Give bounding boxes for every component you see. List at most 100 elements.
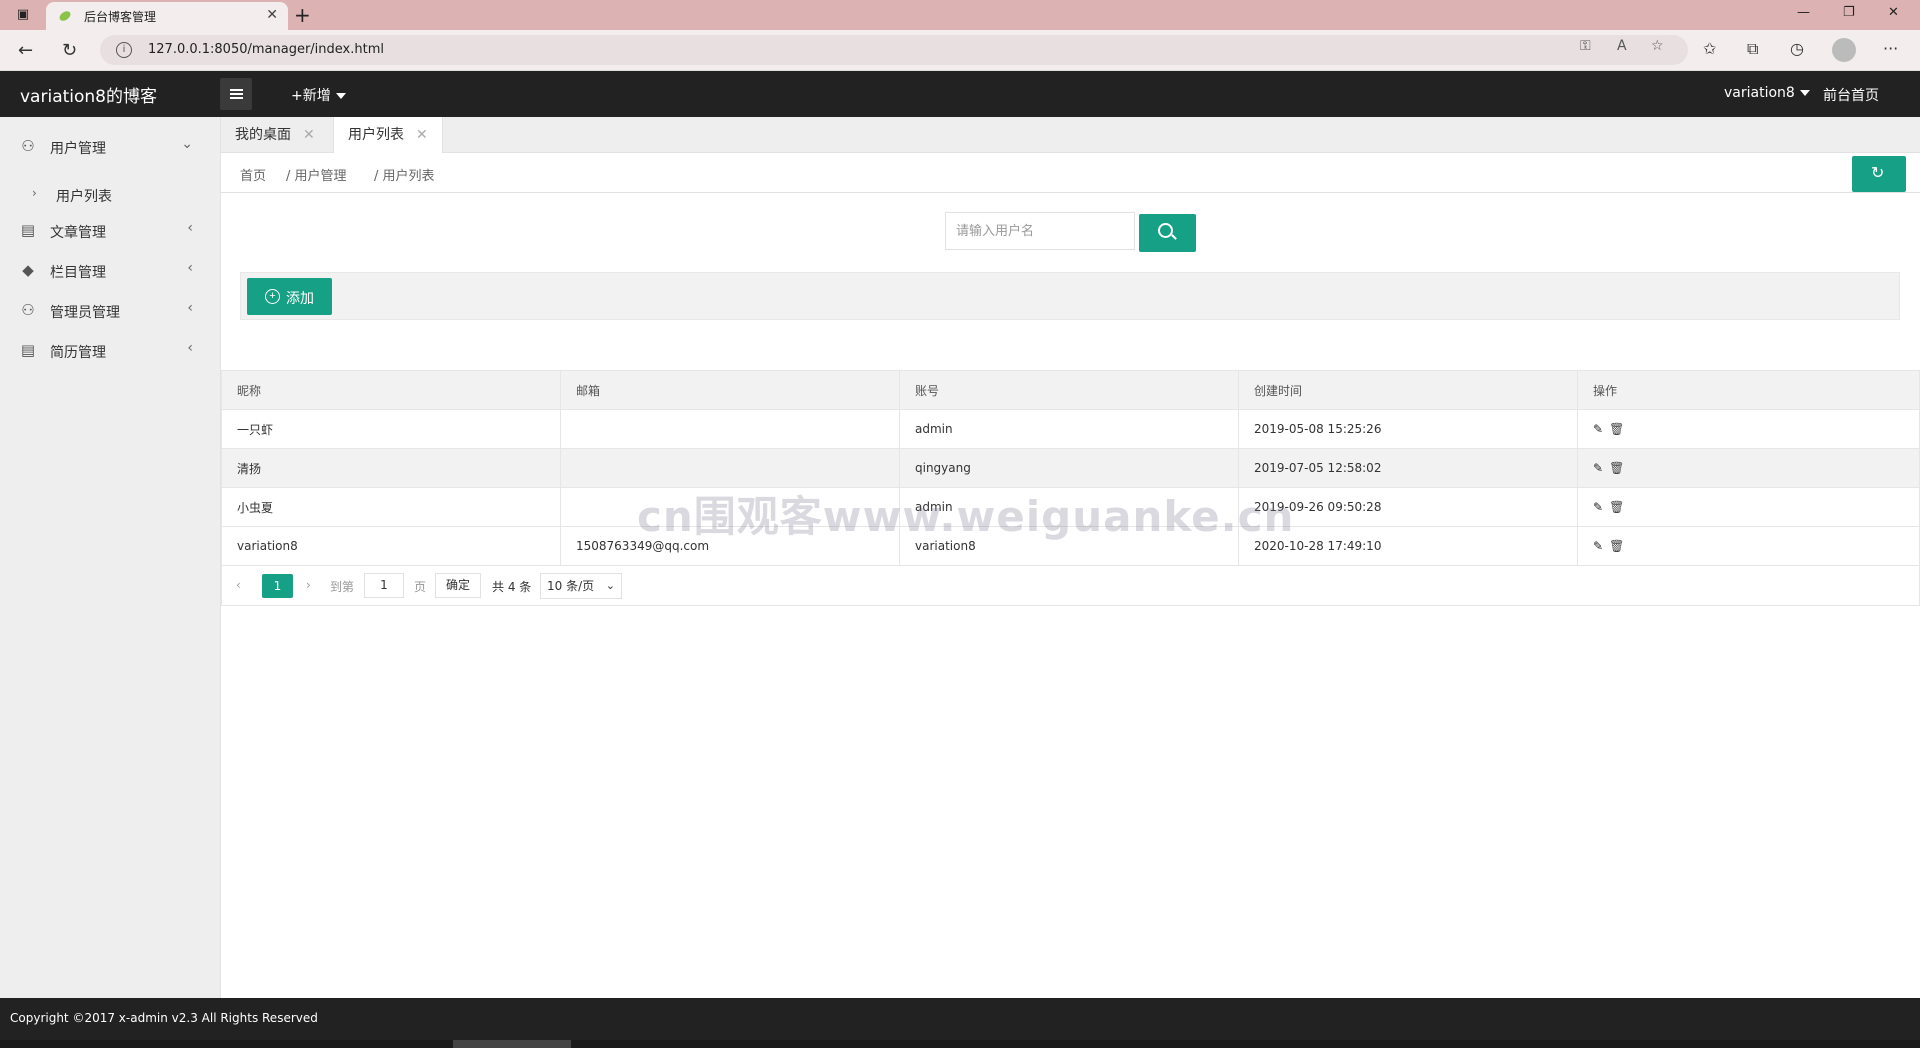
sidebar-item-resumes[interactable]: ▤ 简历管理 ‹ bbox=[0, 330, 221, 370]
new-menu-label: +新增 bbox=[291, 88, 331, 104]
sidebar-item-users[interactable]: ⚇ 用户管理 ⌄ › 用户列表 bbox=[0, 126, 221, 205]
cell-email bbox=[560, 448, 900, 488]
cell-created: 2019-05-08 15:25:26 bbox=[1238, 409, 1578, 449]
trash-icon[interactable]: 🗑 bbox=[1609, 422, 1624, 436]
edit-icon[interactable]: ✎ bbox=[1593, 422, 1603, 436]
cell-nickname: 一只虾 bbox=[221, 409, 561, 449]
footer: Copyright ©2017 x-admin v2.3 All Rights … bbox=[0, 998, 1920, 1040]
current-page[interactable]: 1 bbox=[262, 574, 293, 598]
read-aloud-icon[interactable]: A bbox=[1617, 38, 1627, 54]
chevron-down-icon: ⌄ bbox=[181, 136, 193, 152]
chevron-right-icon: › bbox=[32, 186, 37, 200]
cell-created: 2019-07-05 12:58:02 bbox=[1238, 448, 1578, 488]
minimize-icon[interactable]: — bbox=[1797, 5, 1810, 20]
search-icon bbox=[1158, 223, 1173, 238]
chevron-left-icon: ‹ bbox=[187, 260, 193, 276]
chevron-down-icon: ⌄ bbox=[605, 579, 615, 592]
cell-email bbox=[560, 409, 900, 449]
app-header: variation8的博客 +新增 variation8 前台首页 bbox=[0, 71, 1920, 117]
front-page-link[interactable]: 前台首页 bbox=[1823, 85, 1879, 105]
add-button-label: 添加 bbox=[286, 290, 314, 306]
url-text: 127.0.0.1:8050/manager/index.html bbox=[148, 42, 384, 57]
new-menu[interactable]: +新增 bbox=[291, 85, 346, 105]
total-count: 共 4 条 bbox=[492, 580, 532, 594]
close-tab-icon[interactable]: ✕ bbox=[266, 7, 278, 23]
tab-actions-icon[interactable]: ▣ bbox=[14, 6, 32, 24]
col-account: 账号 bbox=[899, 370, 1239, 410]
history-icon[interactable]: ◷ bbox=[1790, 39, 1804, 58]
close-window-icon[interactable]: ✕ bbox=[1888, 5, 1899, 20]
sidebar-subitem-user-list[interactable]: › 用户列表 bbox=[0, 176, 221, 212]
chevron-left-icon: ‹ bbox=[187, 300, 193, 316]
edit-icon[interactable]: ✎ bbox=[1593, 461, 1603, 475]
sidebar-item-articles[interactable]: ▤ 文章管理 ‹ bbox=[0, 210, 221, 250]
table-row: 清扬 qingyang 2019-07-05 12:58:02 ✎ 🗑 bbox=[221, 448, 1920, 488]
menu-icon-bar bbox=[230, 93, 243, 95]
refresh-button[interactable]: ↻ bbox=[1852, 156, 1906, 192]
breadcrumb: 首页 / 用户管理 / 用户列表 ↻ bbox=[221, 153, 1920, 193]
cell-actions: ✎ 🗑 bbox=[1577, 487, 1920, 527]
more-icon[interactable]: ··· bbox=[1883, 39, 1898, 58]
user-name: variation8 bbox=[1724, 85, 1795, 101]
next-page-icon[interactable]: › bbox=[306, 578, 311, 592]
col-email: 邮箱 bbox=[560, 370, 900, 410]
restore-icon[interactable]: ❐ bbox=[1843, 5, 1855, 20]
sidebar-item-label: 管理员管理 bbox=[50, 305, 120, 321]
trash-icon[interactable]: 🗑 bbox=[1609, 539, 1624, 553]
sidebar-subitem-label: 用户列表 bbox=[56, 189, 112, 205]
breadcrumb-user-management[interactable]: / 用户管理 bbox=[286, 165, 347, 184]
edit-icon[interactable]: ✎ bbox=[1593, 500, 1603, 514]
favorite-add-icon[interactable]: ☆ bbox=[1651, 38, 1664, 54]
trash-icon[interactable]: 🗑 bbox=[1609, 461, 1624, 475]
breadcrumb-home[interactable]: 首页 bbox=[240, 165, 266, 184]
sidebar: ⚇ 用户管理 ⌄ › 用户列表 ▤ 文章管理 ‹ ◆ 栏目管理 ‹ ⚇ 管理员管… bbox=[0, 117, 221, 998]
chevron-left-icon: ‹ bbox=[187, 340, 193, 356]
diamond-icon: ◆ bbox=[22, 261, 34, 279]
cell-actions: ✎ 🗑 bbox=[1577, 448, 1920, 488]
close-icon[interactable]: ✕ bbox=[416, 127, 428, 143]
page-size-select[interactable]: 10 条/页 ⌄ bbox=[540, 573, 622, 599]
menu-toggle-button[interactable] bbox=[220, 78, 252, 110]
cell-actions: ✎ 🗑 bbox=[1577, 526, 1920, 566]
edit-icon[interactable]: ✎ bbox=[1593, 539, 1603, 553]
favorites-icon[interactable]: ✩ bbox=[1703, 39, 1716, 58]
key-icon[interactable]: ⚿ bbox=[1580, 38, 1591, 54]
search-button[interactable] bbox=[1139, 214, 1196, 252]
menu-icon-bar bbox=[230, 97, 243, 99]
caret-down-icon bbox=[1799, 90, 1810, 96]
cell-account: qingyang bbox=[899, 448, 1239, 488]
back-icon[interactable]: ← bbox=[18, 40, 33, 61]
confirm-button[interactable]: 确定 bbox=[435, 573, 481, 598]
sidebar-item-label: 简历管理 bbox=[50, 345, 106, 361]
info-icon[interactable]: i bbox=[116, 42, 132, 58]
table-row: 一只虾 admin 2019-05-08 15:25:26 ✎ 🗑 bbox=[221, 409, 1920, 449]
trash-icon[interactable]: 🗑 bbox=[1609, 500, 1624, 514]
cell-nickname: 清扬 bbox=[221, 448, 561, 488]
browser-tab[interactable]: 后台博客管理 ✕ bbox=[46, 2, 288, 30]
add-button[interactable]: + 添加 bbox=[247, 278, 332, 315]
collections-icon[interactable]: ⧉ bbox=[1747, 39, 1758, 59]
sidebar-item-columns[interactable]: ◆ 栏目管理 ‹ bbox=[0, 250, 221, 290]
tab-user-list[interactable]: 用户列表 ✕ bbox=[333, 117, 443, 154]
user-menu[interactable]: variation8 bbox=[1724, 85, 1810, 101]
goto-label: 到第 bbox=[330, 580, 355, 594]
menu-icon bbox=[230, 89, 243, 91]
tab-desktop[interactable]: 我的桌面 ✕ bbox=[221, 117, 329, 153]
url-field[interactable]: i 127.0.0.1:8050/manager/index.html bbox=[100, 35, 1688, 65]
taskbar-item[interactable] bbox=[453, 1040, 571, 1048]
site-logo[interactable]: variation8的博客 bbox=[20, 82, 157, 107]
address-bar: ← ↻ i 127.0.0.1:8050/manager/index.html … bbox=[0, 30, 1920, 71]
prev-page-icon[interactable]: ‹ bbox=[236, 578, 241, 592]
tab-label: 用户列表 bbox=[348, 127, 404, 143]
goto-page-input[interactable]: 1 bbox=[364, 573, 404, 598]
close-icon[interactable]: ✕ bbox=[303, 127, 315, 143]
copyright: Copyright ©2017 x-admin v2.3 All Rights … bbox=[10, 1011, 318, 1025]
user-icon: ⚇ bbox=[21, 137, 35, 155]
admin-icon: ⚇ bbox=[21, 301, 35, 319]
reload-icon[interactable]: ↻ bbox=[62, 40, 77, 61]
tab-label: 我的桌面 bbox=[235, 127, 291, 143]
profile-avatar[interactable] bbox=[1832, 38, 1856, 62]
new-tab-icon[interactable]: + bbox=[294, 3, 311, 27]
sidebar-item-admins[interactable]: ⚇ 管理员管理 ‹ bbox=[0, 290, 221, 330]
username-search-input[interactable] bbox=[945, 212, 1135, 250]
